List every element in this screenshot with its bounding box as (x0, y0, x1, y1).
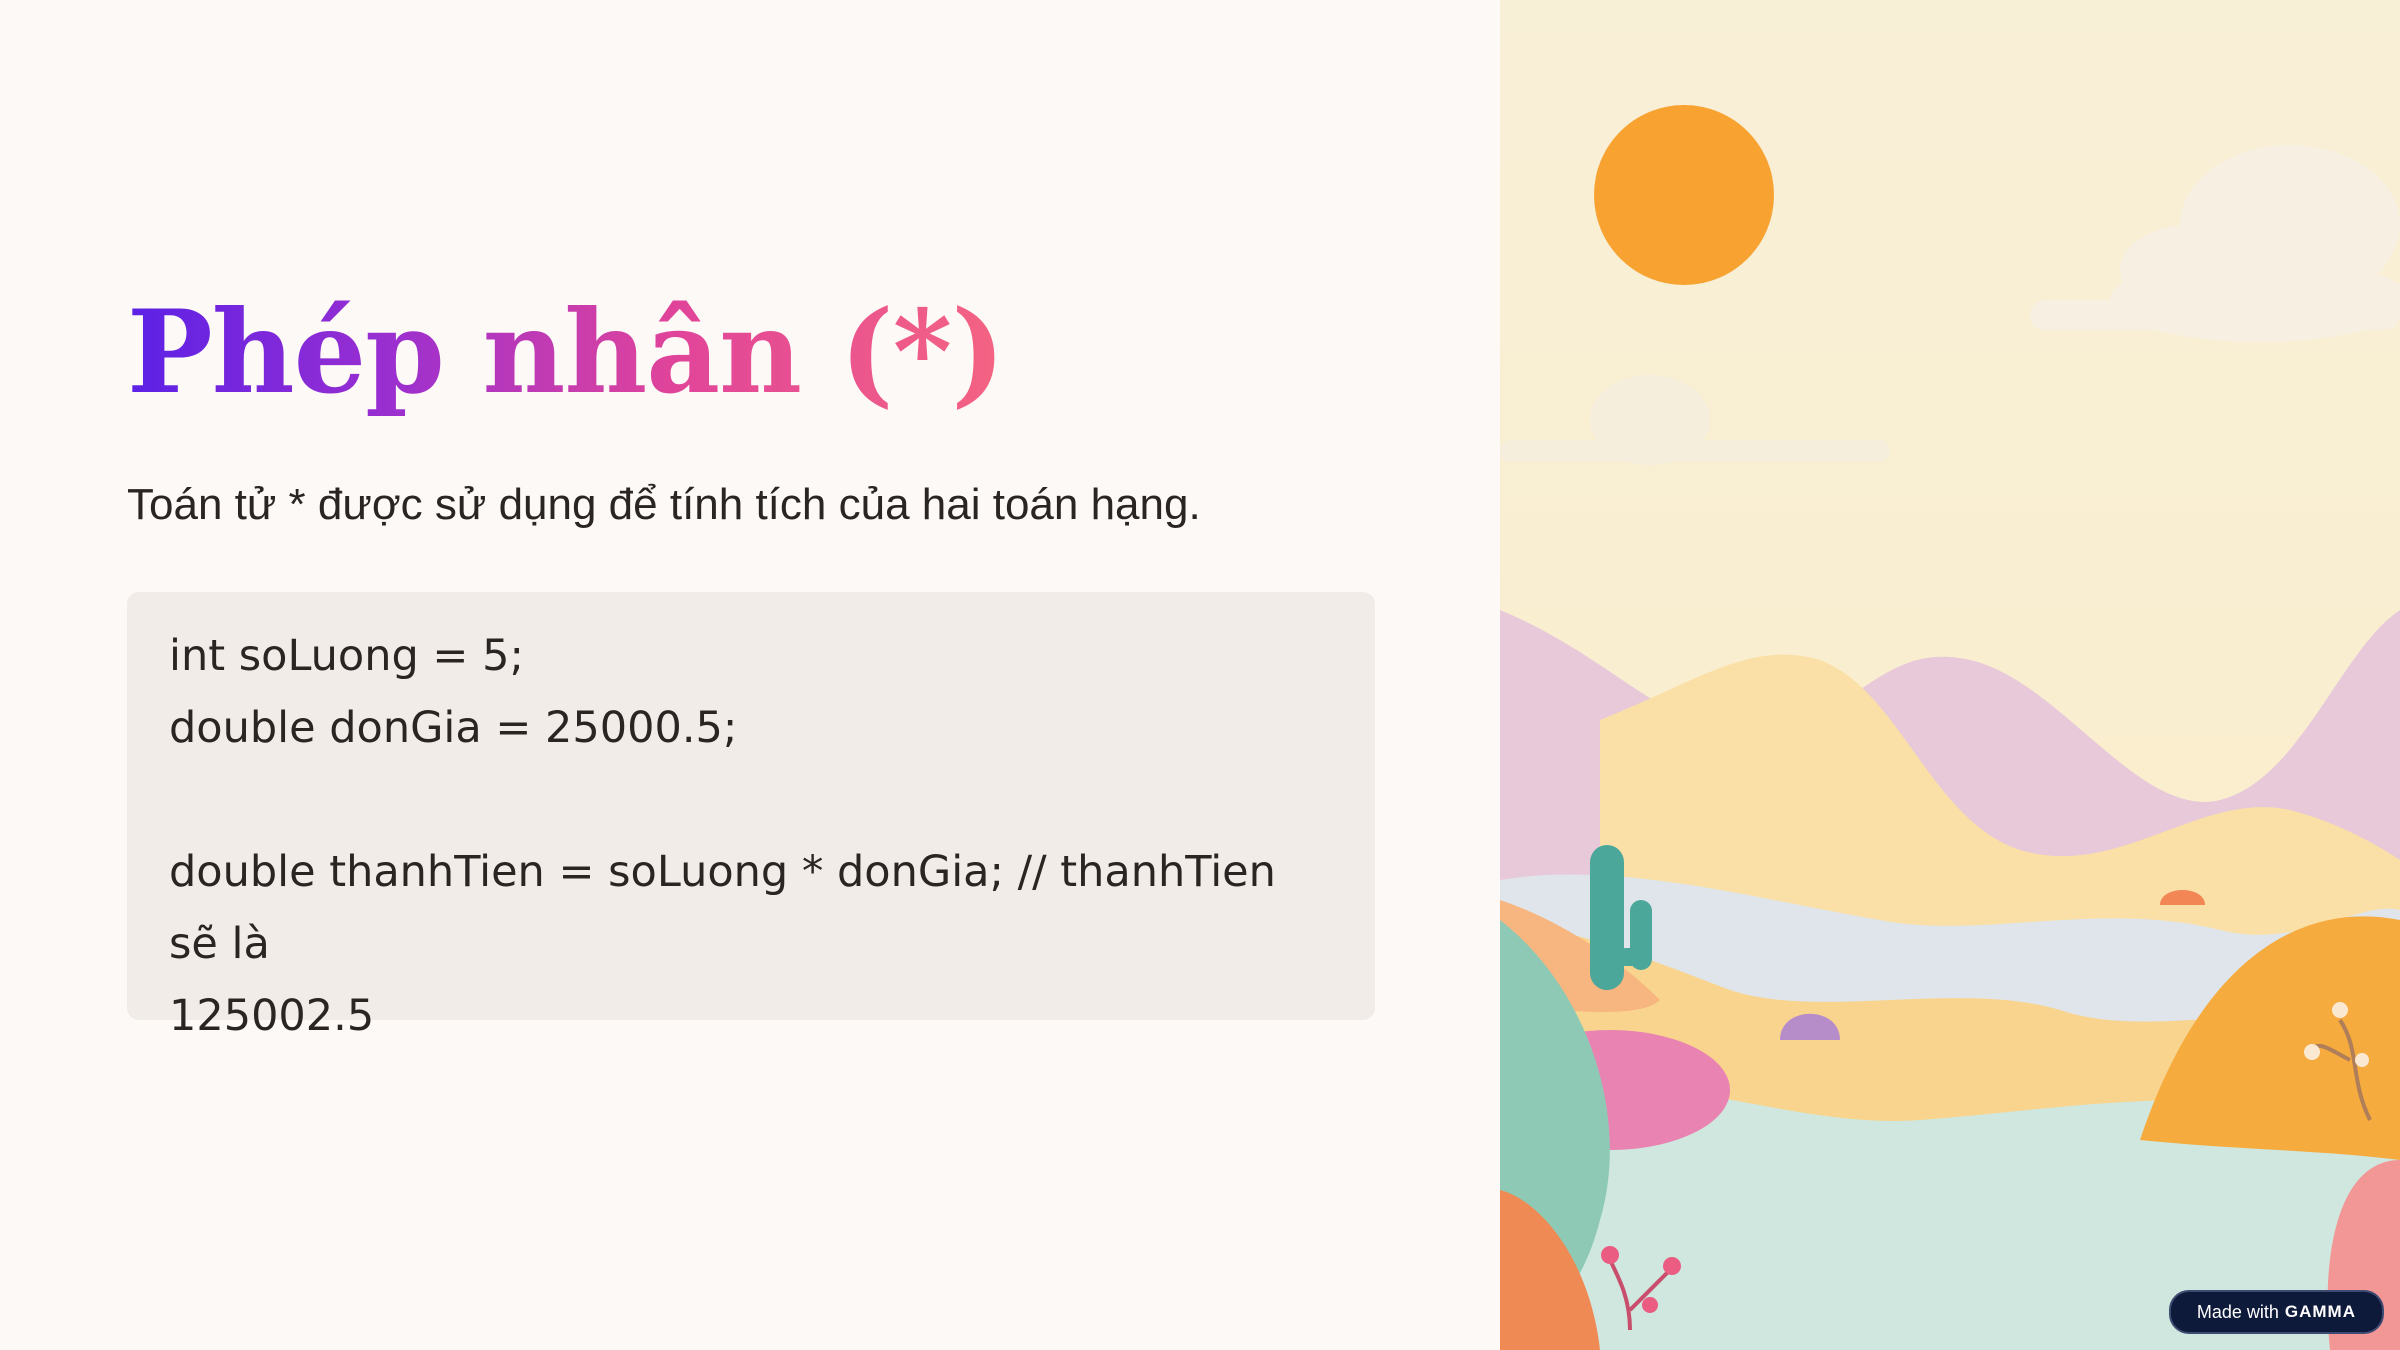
made-with-gamma-badge[interactable]: Made with GAMMA (2168, 1290, 2384, 1334)
badge-brand: GAMMA (2284, 1302, 2356, 1321)
code-line: double thanhTien = soLuong * donGia; // … (169, 847, 1290, 970)
slide-content: Phép nhân (*) Toán tử * được sử dụng để … (127, 289, 1375, 1041)
badge-prefix: Made with (2196, 1301, 2279, 1322)
landscape-illustration (1500, 0, 2400, 1350)
slide-description: Toán tử * được sử dụng để tính tích của … (127, 480, 1201, 530)
code-line: int soLuong = 5; (169, 631, 524, 682)
code-block: int soLuong = 5; double donGia = 25000.5… (127, 592, 1375, 1041)
sun-icon (1594, 105, 1774, 285)
code-line: double donGia = 25000.5; (169, 703, 738, 754)
slide-title: Phép nhân (*) (127, 289, 1005, 429)
code-line: 125002.5 (169, 991, 375, 1042)
slide: Phép nhân (*) Toán tử * được sử dụng để … (0, 0, 2400, 1350)
